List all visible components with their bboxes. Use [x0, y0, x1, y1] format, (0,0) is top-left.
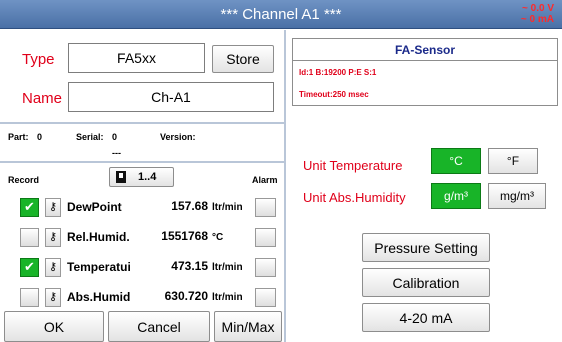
channel-unit: °C [212, 232, 224, 243]
record-label: Record [8, 175, 40, 185]
type-label: Type [22, 51, 55, 68]
channel-unit: ltr/min [212, 202, 243, 213]
type-field[interactable]: FA5xx [68, 43, 205, 73]
fahrenheit-button[interactable]: °F [488, 148, 538, 174]
channel-name: Rel.Humid. [67, 230, 130, 244]
alarm-checkbox[interactable] [255, 288, 276, 307]
channel-value: 1551768 [161, 229, 208, 243]
serial-extra: --- [112, 148, 121, 158]
wrench-icon[interactable]: ⚷ [45, 258, 61, 277]
name-label: Name [22, 90, 63, 107]
left-panel: Type FA5xx Store Name Ch-A1 Part: 0 Seri… [0, 30, 286, 342]
alarm-checkbox[interactable] [255, 258, 276, 277]
divider [0, 161, 286, 163]
4-20ma-button[interactable]: 4-20 mA [362, 303, 490, 332]
store-button[interactable]: Store [212, 45, 274, 73]
serial-label: Serial: [76, 132, 104, 142]
version-label: Version: [160, 132, 196, 142]
alarm-checkbox[interactable] [255, 228, 276, 247]
divider [0, 122, 286, 124]
window-title: *** Channel A1 *** [220, 6, 342, 23]
pressure-setting-button[interactable]: Pressure Setting [362, 233, 490, 262]
min-max-button[interactable]: Min/Max [214, 311, 282, 342]
alarm-checkbox[interactable] [255, 198, 276, 217]
name-field[interactable]: Ch-A1 [68, 82, 274, 112]
right-panel: FA-Sensor Id:1 B:19200 P:E S:1 Timeout:2… [288, 30, 562, 342]
mg-per-m3-button[interactable]: mg/m³ [488, 183, 546, 209]
channel-unit: ltr/min [212, 262, 243, 273]
record-checkbox[interactable] [20, 288, 39, 307]
unit-temperature-label: Unit Temperature [303, 158, 403, 173]
record-checkbox[interactable] [20, 258, 39, 277]
record-checkbox[interactable] [20, 228, 39, 247]
device-icon [116, 171, 126, 183]
cancel-button[interactable]: Cancel [108, 311, 210, 342]
wrench-icon[interactable]: ⚷ [45, 198, 61, 217]
sensor-info-box: FA-Sensor Id:1 B:19200 P:E S:1 Timeout:2… [292, 38, 558, 106]
wrench-icon[interactable]: ⚷ [45, 288, 61, 307]
part-value: 0 [37, 132, 43, 142]
part-label: Part: [8, 132, 29, 142]
wrench-icon[interactable]: ⚷ [45, 228, 61, 247]
channel-range-label: 1..4 [138, 171, 157, 183]
record-checkbox[interactable] [20, 198, 39, 217]
sensor-title: FA-Sensor [394, 43, 455, 57]
channel-name: Abs.Humid [67, 290, 131, 304]
sensor-timeout-line: Timeout:250 msec [299, 90, 369, 99]
g-per-m3-button[interactable]: g/m³ [431, 183, 481, 209]
channel-value: 473.15 [171, 259, 208, 273]
alarm-label: Alarm [252, 175, 278, 185]
divider [293, 60, 557, 61]
unit-abs-humidity-label: Unit Abs.Humidity [303, 190, 406, 205]
current-readout: ~ 0 mA [520, 14, 554, 25]
title-bar: *** Channel A1 *** ~ 0.0 V ~ 0 mA [0, 0, 562, 29]
ok-button[interactable]: OK [4, 311, 104, 342]
celsius-button[interactable]: °C [431, 148, 481, 174]
channel-range-button[interactable]: 1..4 [109, 167, 174, 187]
channel-value: 630.720 [164, 289, 208, 303]
channel-name: Temperatui [67, 260, 131, 274]
sensor-id-line: Id:1 B:19200 P:E S:1 [299, 68, 377, 77]
serial-value: 0 [112, 132, 118, 142]
channel-value: 157.68 [171, 199, 208, 213]
channel-name: DewPoint [67, 200, 122, 214]
voltage-readout: ~ 0.0 V [522, 3, 554, 14]
channel-unit: ltr/min [212, 292, 243, 303]
calibration-button[interactable]: Calibration [362, 268, 490, 297]
